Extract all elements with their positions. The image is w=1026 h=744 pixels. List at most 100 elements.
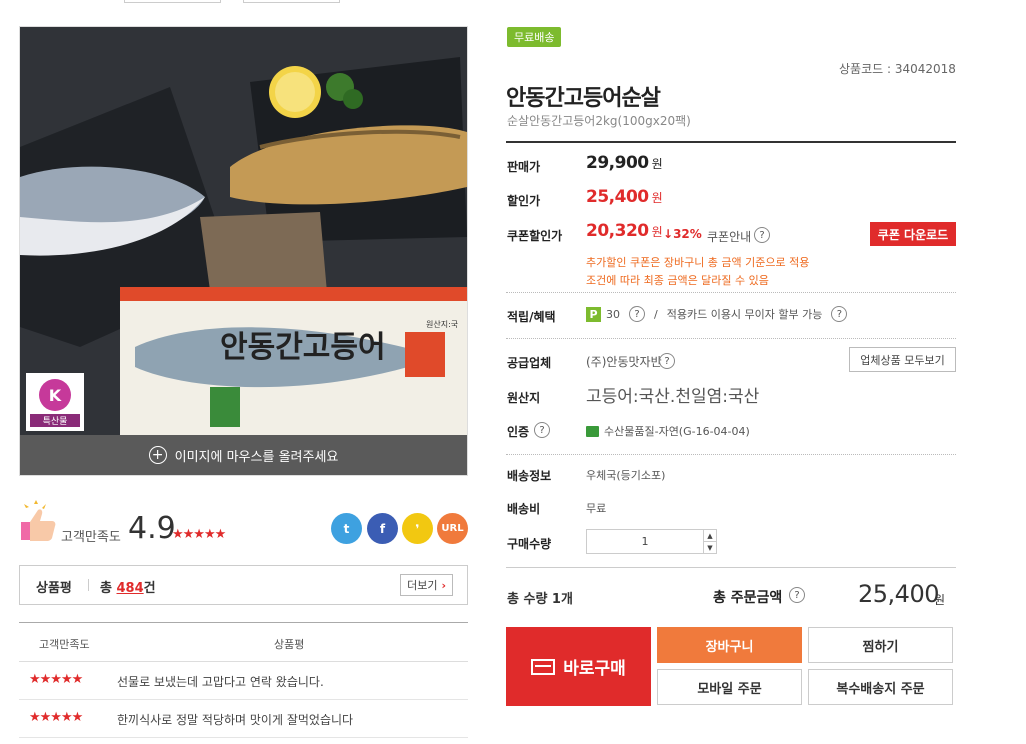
review-row-text: 선물로 보냈는데 고맙다고 연락 왔습니다.: [117, 675, 324, 689]
top-select-stub-1[interactable]: [124, 0, 221, 3]
review-title: 상품평: [36, 581, 72, 596]
points-icon: P: [586, 306, 601, 322]
coupon-download-button[interactable]: 쿠폰 다운로드: [870, 222, 956, 246]
review-row[interactable]: ★★★★★ 한끼식사로 정말 적당하며 맛이게 잘먹었습니다: [19, 700, 468, 738]
coupon-note-1: 추가할인 쿠폰은 장바구니 총 금액 기준으로 적용: [586, 256, 810, 269]
quantity-label: 구매수량: [507, 537, 552, 551]
certification-row: 수산물품질-자연(G-16-04-04): [586, 423, 750, 439]
product-subtitle: 순살안동간고등어2kg(100gx20팩): [507, 114, 691, 128]
review-header: 상품평 총 484건 더보기 ›: [19, 565, 468, 605]
vendor-name: (주)안동맛자반: [586, 355, 662, 369]
review-row-stars: ★★★★★: [29, 710, 83, 725]
certification-value: 수산물품질-자연(G-16-04-04): [604, 425, 750, 438]
top-select-stub-2[interactable]: [243, 0, 340, 3]
shipping-fee-label: 배송비: [507, 502, 541, 516]
product-image-box[interactable]: 안동간고등어 원산지:국 K 특산물 + 이미지에 마우스를 올려주세요: [19, 26, 468, 476]
coupon-info-label: 쿠폰안내: [707, 230, 752, 244]
coupon-rate-value: 32%: [673, 227, 702, 241]
vendor-all-products-button[interactable]: 업체상품 모두보기: [849, 347, 956, 372]
satisfaction-score: 4.9: [128, 511, 176, 546]
kakao-glyph: ❜: [415, 521, 420, 536]
free-shipping-badge: 무료배송: [507, 27, 562, 47]
package-label: 안동간고등어: [220, 330, 386, 365]
multi-delivery-order-button[interactable]: 복수배송지 주문: [808, 669, 953, 705]
certification-help-icon[interactable]: ?: [534, 422, 550, 438]
vendor-help-icon[interactable]: ?: [659, 353, 675, 369]
col-review: 상품평: [274, 638, 305, 651]
share-twitter-icon[interactable]: t: [331, 513, 362, 544]
quantity-down-icon[interactable]: ▼: [704, 542, 716, 553]
chevron-right-icon: ›: [441, 578, 446, 592]
review-table-head: 고객만족도 상품평: [19, 622, 468, 662]
arrow-down-icon: ↓: [663, 227, 674, 241]
coupon-price: 20,320 원: [586, 221, 663, 241]
review-count: 484: [116, 581, 144, 596]
sale-price-value: 29,900: [586, 153, 649, 173]
coupon-note-2: 조건에 따라 최종 금액은 달라질 수 있음: [586, 274, 769, 287]
shipping-fee-value: 무료: [586, 502, 607, 515]
coupon-price-value: 20,320: [586, 221, 649, 241]
share-kakao-icon[interactable]: ❜: [402, 513, 433, 544]
zoom-plus-icon: +: [148, 446, 167, 464]
benefits-separator: /: [654, 307, 658, 321]
origin-label: 원산지: [507, 391, 541, 405]
review-more-button[interactable]: 더보기 ›: [400, 574, 453, 596]
facebook-glyph: f: [379, 521, 386, 536]
sale-price-won: 원: [651, 157, 663, 171]
buy-now-button[interactable]: 바로구매: [506, 627, 651, 706]
shipping-info-value: 우체국(등기소포): [586, 469, 666, 482]
product-photo: 안동간고등어 원산지:국 K 특산물: [20, 27, 467, 435]
image-hover-bar[interactable]: + 이미지에 마우스를 올려주세요: [20, 435, 467, 475]
card-benefit-text: 적용카드 이용시 무이자 할부 가능: [666, 308, 823, 321]
divider: [506, 292, 956, 293]
review-divider: [88, 579, 89, 591]
review-count-suffix: 건: [143, 581, 156, 596]
quantity-input[interactable]: 1: [587, 530, 703, 553]
cart-button[interactable]: 장바구니: [657, 627, 802, 663]
sale-price: 29,900 원: [586, 153, 663, 173]
discount-price-label: 할인가: [507, 194, 541, 208]
satisfaction-stars: ★★★★★: [172, 527, 226, 542]
product-code: 상품코드 : 34042018: [839, 62, 956, 76]
benefits-row: P 30 ? / 적용카드 이용시 무이자 할부 가능 ?: [586, 306, 848, 322]
card-help-icon[interactable]: ?: [831, 306, 848, 322]
shipping-info-label: 배송정보: [507, 469, 552, 483]
review-row[interactable]: ★★★★★ 선물로 보냈는데 고맙다고 연락 왔습니다.: [19, 662, 468, 700]
share-url-icon[interactable]: URL: [437, 513, 468, 544]
mobile-order-button[interactable]: 모바일 주문: [657, 669, 802, 705]
vendor-label: 공급업체: [507, 356, 552, 370]
wishlist-button[interactable]: 찜하기: [808, 627, 953, 663]
total-help-icon[interactable]: ?: [789, 587, 805, 603]
review-more-label: 더보기: [407, 579, 438, 592]
review-row-text: 한끼식사로 정말 적당하며 맛이게 잘먹었습니다: [117, 713, 354, 727]
quantity-spinner[interactable]: ▲ ▼: [703, 530, 716, 553]
points-value: 30: [606, 307, 620, 321]
product-title: 안동간고등어순살: [506, 86, 661, 111]
thumbs-up-icon: [21, 500, 56, 541]
coupon-help-icon[interactable]: ?: [754, 227, 770, 243]
package-side-tag: 원산지:국: [426, 319, 458, 329]
discount-price: 25,400 원: [586, 187, 663, 207]
sale-price-label: 판매가: [507, 160, 541, 174]
satisfaction-label: 고객만족도: [61, 530, 121, 545]
origin-value: 고등어:국산.천일염:국산: [586, 387, 760, 407]
review-total-prefix: 총: [100, 581, 112, 596]
credit-card-icon: [531, 658, 556, 675]
total-amount: 25,400: [858, 580, 939, 608]
brand-badge-letter: K: [49, 386, 62, 405]
image-hover-hint: 이미지에 마우스를 올려주세요: [174, 449, 339, 465]
twitter-glyph: t: [343, 521, 350, 536]
review-table: 고객만족도 상품평 ★★★★★ 선물로 보냈는데 고맙다고 연락 왔습니다. ★…: [19, 622, 468, 738]
divider: [506, 338, 956, 339]
quantity-up-icon[interactable]: ▲: [704, 530, 716, 542]
total-amount-won: 원: [934, 593, 946, 607]
review-total: 총 484건: [100, 577, 156, 596]
buy-now-label: 바로구매: [563, 659, 626, 679]
certification-label: 인증: [507, 425, 530, 439]
quantity-stepper[interactable]: 1 ▲ ▼: [586, 529, 717, 554]
discount-price-value: 25,400: [586, 187, 649, 207]
divider: [506, 567, 956, 568]
certificate-icon: [586, 425, 599, 437]
points-help-icon[interactable]: ?: [629, 306, 645, 322]
share-facebook-icon[interactable]: f: [367, 513, 398, 544]
